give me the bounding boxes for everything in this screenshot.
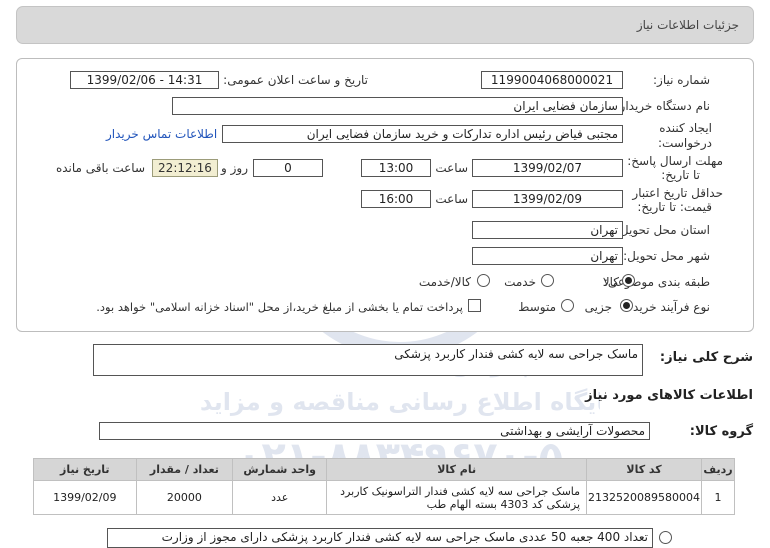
contact-info-link[interactable]: اطلاعات تماس خریدار — [106, 127, 217, 141]
page-header: جزئیات اطلاعات نیاز — [16, 6, 754, 44]
buyer-label: نام دستگاه خریدار: — [615, 99, 711, 113]
col-name: نام کالا — [326, 458, 588, 481]
items-table: ردیف کد کالا نام کالا واحد شمارش تعداد /… — [33, 458, 735, 515]
description-field: ماسک جراحی سه لایه کشی فندار کاربرد پزشک… — [93, 344, 643, 376]
category-option-goods: کالا — [602, 275, 619, 289]
cell-date: 1399/02/09 — [33, 480, 137, 515]
city-label: شهر محل تحویل: — [623, 249, 710, 263]
description-label: شرح کلی نیاز: — [659, 350, 753, 365]
category-radio-both[interactable] — [477, 274, 490, 287]
cell-index: 1 — [701, 480, 735, 515]
creator-label-2: درخواست: — [658, 136, 712, 150]
category-radio-service[interactable] — [541, 274, 554, 287]
cell-name-line2: پزشکی کد 4303 بسته الهام طب — [426, 497, 581, 511]
announce-field: 1399/02/06 - 14:31 — [70, 71, 219, 89]
table-row: 1 2132520089580004 ماسک جراحی سه لایه کش… — [33, 480, 735, 515]
buyer-field: سازمان فضایی ایران — [172, 97, 623, 115]
days-label: روز و — [221, 161, 248, 175]
deadline-label-1: مهلت ارسال پاسخ: — [627, 154, 723, 168]
creator-field: مجتبی فیاض رئیس اداره تدارکات و خرید ساز… — [222, 125, 623, 143]
category-option-service: خدمت — [504, 275, 536, 289]
cell-qty: 20000 — [135, 480, 234, 515]
process-label: نوع فرآیند خرید : — [625, 300, 710, 314]
table-header-row: ردیف کد کالا نام کالا واحد شمارش تعداد /… — [33, 458, 735, 481]
creator-label-1: ایجاد کننده — [659, 121, 712, 135]
province-field: تهران — [472, 221, 623, 239]
process-option-medium: متوسط — [518, 300, 556, 314]
col-unit: واحد شمارش — [232, 458, 328, 481]
cell-name-line1: ماسک جراحی سه لایه کشی فندار التراسونیک … — [340, 484, 581, 498]
category-label: طبقه بندی موضوعی: — [603, 275, 710, 289]
announce-label: تاریخ و ساعت اعلان عمومی: — [223, 73, 368, 87]
cell-name: ماسک جراحی سه لایه کشی فندار التراسونیک … — [326, 480, 588, 515]
process-radio-minor[interactable] — [620, 299, 633, 312]
note-field: تعداد 400 جعبه 50 عددی ماسک جراحی سه لای… — [107, 528, 653, 548]
cell-unit: عدد — [232, 480, 328, 515]
col-date: تاریخ نیاز — [33, 458, 137, 481]
remaining-label: ساعت باقی مانده — [55, 161, 145, 175]
payment-checkbox[interactable] — [468, 299, 481, 312]
deadline-time-field: 13:00 — [361, 159, 431, 177]
validity-label-2: قیمت: تا تاریخ: — [637, 200, 712, 214]
note-bullet-icon — [659, 531, 672, 544]
days-field: 0 — [253, 159, 323, 177]
deadline-label-2: تا تاریخ: — [661, 168, 700, 182]
remaining-time-field: 22:12:16 — [152, 159, 218, 177]
validity-label-1: حداقل تاریخ اعتبار — [632, 186, 723, 200]
col-code: کد کالا — [586, 458, 703, 481]
category-option-both: کالا/خدمت — [418, 275, 471, 289]
items-title: اطلاعات کالاهای مورد نیاز — [585, 388, 753, 403]
province-label: استان محل تحویل: — [615, 223, 710, 237]
validity-date-field: 1399/02/09 — [472, 190, 623, 208]
page-title: جزئیات اطلاعات نیاز — [636, 18, 739, 32]
validity-time-field: 16:00 — [361, 190, 431, 208]
payment-note: پرداخت تمام یا بخشی از مبلغ خرید،از محل … — [96, 300, 463, 314]
need-number-label: شماره نیاز: — [653, 73, 710, 87]
process-option-minor: جزیی — [584, 300, 612, 314]
process-radio-medium[interactable] — [561, 299, 574, 312]
validity-time-label: ساعت — [435, 192, 468, 206]
col-index: ردیف — [701, 458, 735, 481]
group-label: گروه کالا: — [689, 424, 753, 439]
need-number-field: 1199004068000021 — [481, 71, 623, 89]
cell-code: 2132520089580004 — [586, 480, 703, 515]
group-field: محصولات آرایشی و بهداشتی — [99, 422, 650, 440]
col-qty: تعداد / مقدار — [135, 458, 234, 481]
category-radio-goods[interactable] — [622, 274, 635, 287]
city-field: تهران — [472, 247, 623, 265]
deadline-date-field: 1399/02/07 — [472, 159, 623, 177]
watermark-line1: پایگاه اطلاع رسانی مناقصه و مزایده — [200, 388, 600, 416]
deadline-time-label: ساعت — [435, 161, 468, 175]
